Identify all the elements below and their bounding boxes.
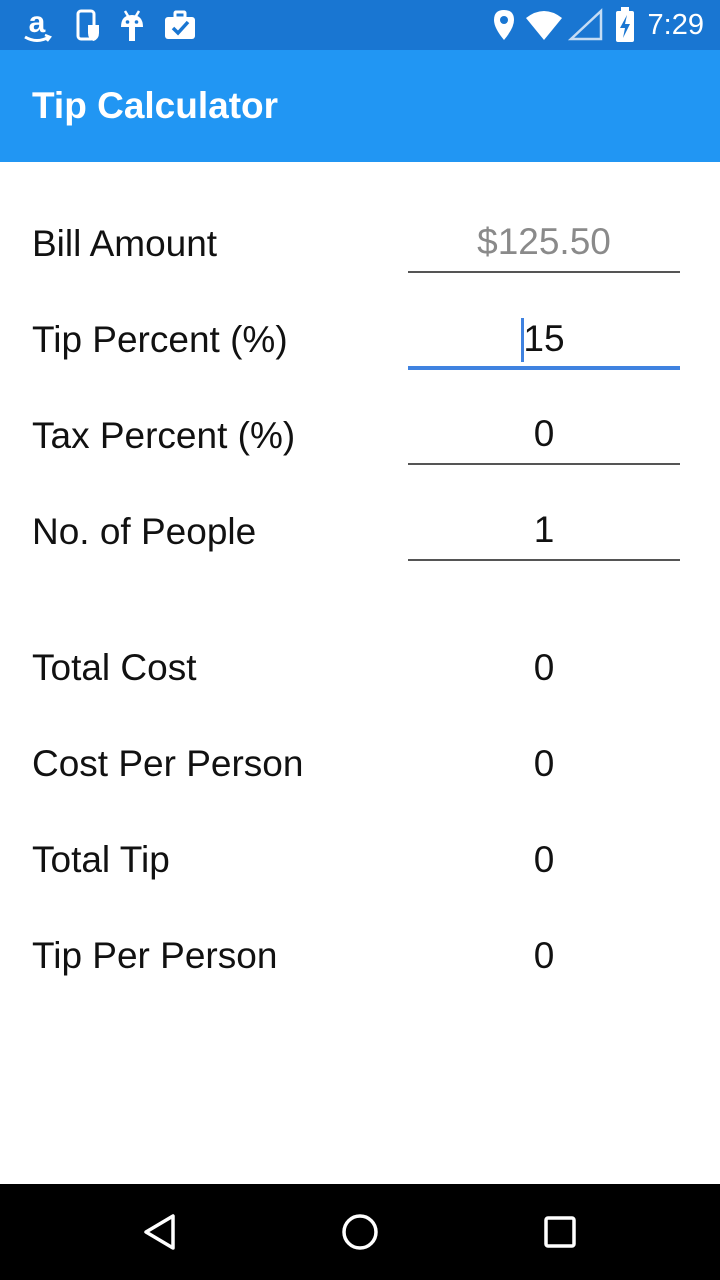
cost-per-person-value: 0: [533, 743, 555, 784]
app-bar: Tip Calculator: [0, 50, 720, 162]
tip-percent-underline: [408, 366, 680, 370]
tip-percent-field[interactable]: [408, 310, 680, 370]
tax-percent-field[interactable]: [408, 405, 680, 465]
tip-per-person-value: 0: [533, 935, 555, 976]
bill-amount-field[interactable]: [408, 213, 680, 273]
people-input[interactable]: [408, 501, 680, 559]
tip-percent-label: Tip Percent (%): [32, 319, 288, 360]
tip-percent-input[interactable]: [408, 310, 680, 368]
recents-icon: [544, 1216, 576, 1248]
svg-text:a: a: [29, 6, 46, 39]
people-field[interactable]: [408, 501, 680, 561]
total-cost-value: 0: [533, 647, 555, 688]
briefcase-check-icon: [160, 0, 200, 50]
phone-shield-icon: [70, 0, 104, 50]
location-icon: [488, 0, 520, 50]
back-icon: [144, 1214, 175, 1250]
people-label: No. of People: [32, 511, 257, 552]
total-tip-label: Total Tip: [32, 839, 170, 880]
total-cost-label: Total Cost: [32, 647, 197, 688]
bill-amount-underline: [408, 271, 680, 273]
total-tip-value: 0: [533, 839, 555, 880]
app-title: Tip Calculator: [32, 85, 279, 126]
status-time: 7:29: [647, 9, 704, 41]
home-button[interactable]: [300, 1184, 420, 1280]
wifi-icon: [524, 0, 564, 50]
back-button[interactable]: [100, 1184, 220, 1280]
amazon-icon: a: [18, 0, 56, 50]
bill-amount-label: Bill Amount: [32, 223, 218, 264]
home-icon: [342, 1214, 378, 1250]
tip-per-person-label: Tip Per Person: [32, 935, 278, 976]
tax-percent-label: Tax Percent (%): [32, 415, 296, 456]
android-icon: [114, 0, 150, 50]
cost-per-person-label: Cost Per Person: [32, 743, 304, 784]
people-underline: [408, 559, 680, 561]
signal-icon: [566, 0, 606, 50]
status-bar: a 7:29: [0, 0, 720, 50]
tax-percent-underline: [408, 463, 680, 465]
battery-charging-icon: [610, 0, 640, 50]
bill-amount-input[interactable]: [408, 213, 680, 271]
recents-button[interactable]: [500, 1184, 620, 1280]
navigation-bar: [0, 1184, 720, 1280]
tax-percent-input[interactable]: [408, 405, 680, 463]
text-cursor: [521, 318, 524, 362]
